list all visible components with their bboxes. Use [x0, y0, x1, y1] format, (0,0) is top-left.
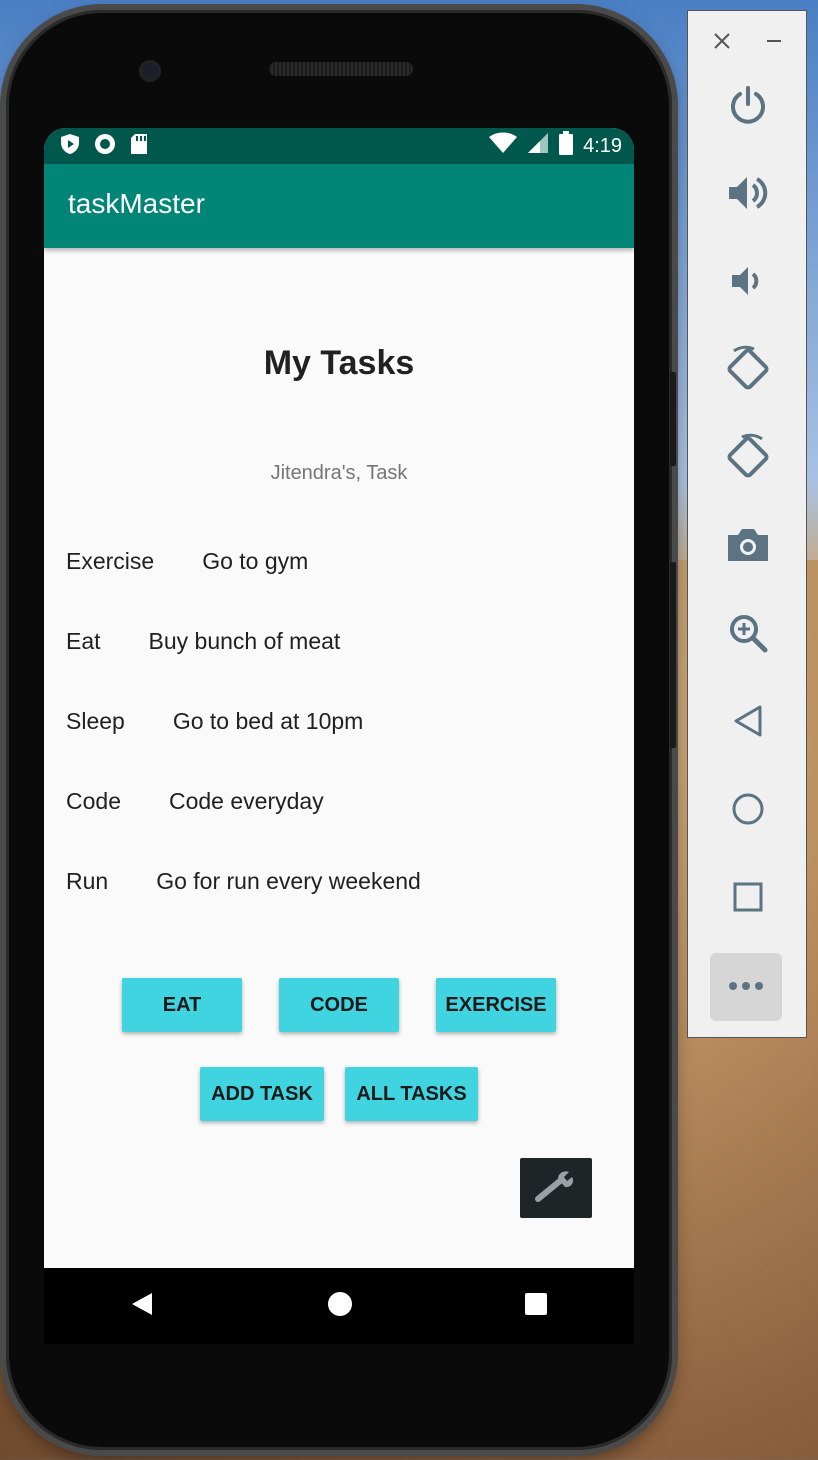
- task-item[interactable]: Exercise Go to gym: [66, 548, 308, 575]
- status-bar: 4:19: [44, 128, 634, 164]
- app-title: taskMaster: [68, 188, 205, 219]
- volume-up-icon: [727, 173, 769, 218]
- overview-icon: [732, 881, 764, 918]
- back-icon: [732, 704, 764, 743]
- back-icon[interactable]: [130, 1291, 156, 1322]
- task-item[interactable]: Sleep Go to bed at 10pm: [66, 708, 363, 735]
- task-description: Buy bunch of meat: [148, 628, 341, 654]
- close-icon[interactable]: [712, 31, 732, 56]
- rotate-right-icon: [724, 433, 772, 486]
- screenshot-button[interactable]: [718, 517, 778, 577]
- task-item[interactable]: Code Code everyday: [66, 788, 324, 815]
- zoom-button[interactable]: [718, 605, 778, 665]
- emulator-toolbar: [687, 10, 807, 1038]
- rotate-right-button[interactable]: [718, 429, 778, 489]
- wifi-icon: [489, 132, 518, 160]
- volume-down-icon: [730, 263, 766, 304]
- zoom-icon: [728, 613, 768, 658]
- add-task-button[interactable]: ADD TASK: [200, 1067, 324, 1121]
- rotate-left-button[interactable]: [718, 341, 778, 401]
- volume-down-button[interactable]: [718, 253, 778, 313]
- user-subtitle: Jitendra's, Task: [270, 462, 408, 484]
- task-name: Run: [66, 868, 109, 894]
- camera-icon: [726, 527, 770, 568]
- eat-button[interactable]: EAT: [122, 978, 242, 1032]
- signal-icon: [527, 132, 549, 160]
- earpiece-speaker: [269, 62, 413, 76]
- app-bar: taskMaster: [44, 164, 634, 248]
- volume-side-button: [670, 562, 676, 748]
- minimize-icon[interactable]: [764, 31, 784, 56]
- task-item[interactable]: Eat Buy bunch of meat: [66, 628, 340, 655]
- page-title: My Tasks: [263, 344, 415, 382]
- task-item[interactable]: Run Go for run every weekend: [66, 868, 421, 895]
- navigation-bar: [44, 1268, 634, 1344]
- more-button[interactable]: [710, 953, 782, 1021]
- code-button[interactable]: CODE: [279, 978, 399, 1032]
- status-time: 4:19: [583, 134, 622, 157]
- task-name: Code: [66, 788, 121, 814]
- task-description: Code everyday: [168, 788, 324, 814]
- emulator-overview-button[interactable]: [718, 869, 778, 929]
- play-protect-icon: [60, 133, 80, 160]
- task-description: Go for run every weekend: [156, 868, 421, 894]
- all-tasks-button[interactable]: ALL TASKS: [345, 1067, 478, 1121]
- sd-card-icon: [130, 133, 148, 160]
- power-icon: [728, 85, 768, 130]
- recents-icon[interactable]: [524, 1292, 548, 1321]
- device-screen: 4:19 taskMaster My Tasks Jitendra's, Tas…: [44, 128, 634, 1268]
- home-icon[interactable]: [327, 1291, 353, 1322]
- settings-button[interactable]: [520, 1158, 592, 1218]
- exercise-button[interactable]: EXERCISE: [436, 978, 556, 1032]
- battery-icon: [559, 131, 574, 161]
- emulator-home-button[interactable]: [718, 781, 778, 841]
- front-camera: [139, 60, 161, 82]
- home-icon: [731, 792, 765, 831]
- rotate-left-icon: [724, 345, 772, 398]
- task-name: Sleep: [66, 708, 125, 734]
- task-name: Exercise: [66, 548, 155, 574]
- task-description: Go to gym: [202, 548, 309, 574]
- power-button[interactable]: [718, 77, 778, 137]
- emulator-back-button[interactable]: [718, 693, 778, 753]
- volume-up-button[interactable]: [718, 165, 778, 225]
- power-side-button: [670, 372, 676, 466]
- task-description: Go to bed at 10pm: [172, 708, 364, 734]
- sync-icon: [94, 133, 116, 160]
- more-icon: [728, 978, 764, 996]
- wrench-icon: [534, 1169, 578, 1208]
- task-name: Eat: [66, 628, 101, 654]
